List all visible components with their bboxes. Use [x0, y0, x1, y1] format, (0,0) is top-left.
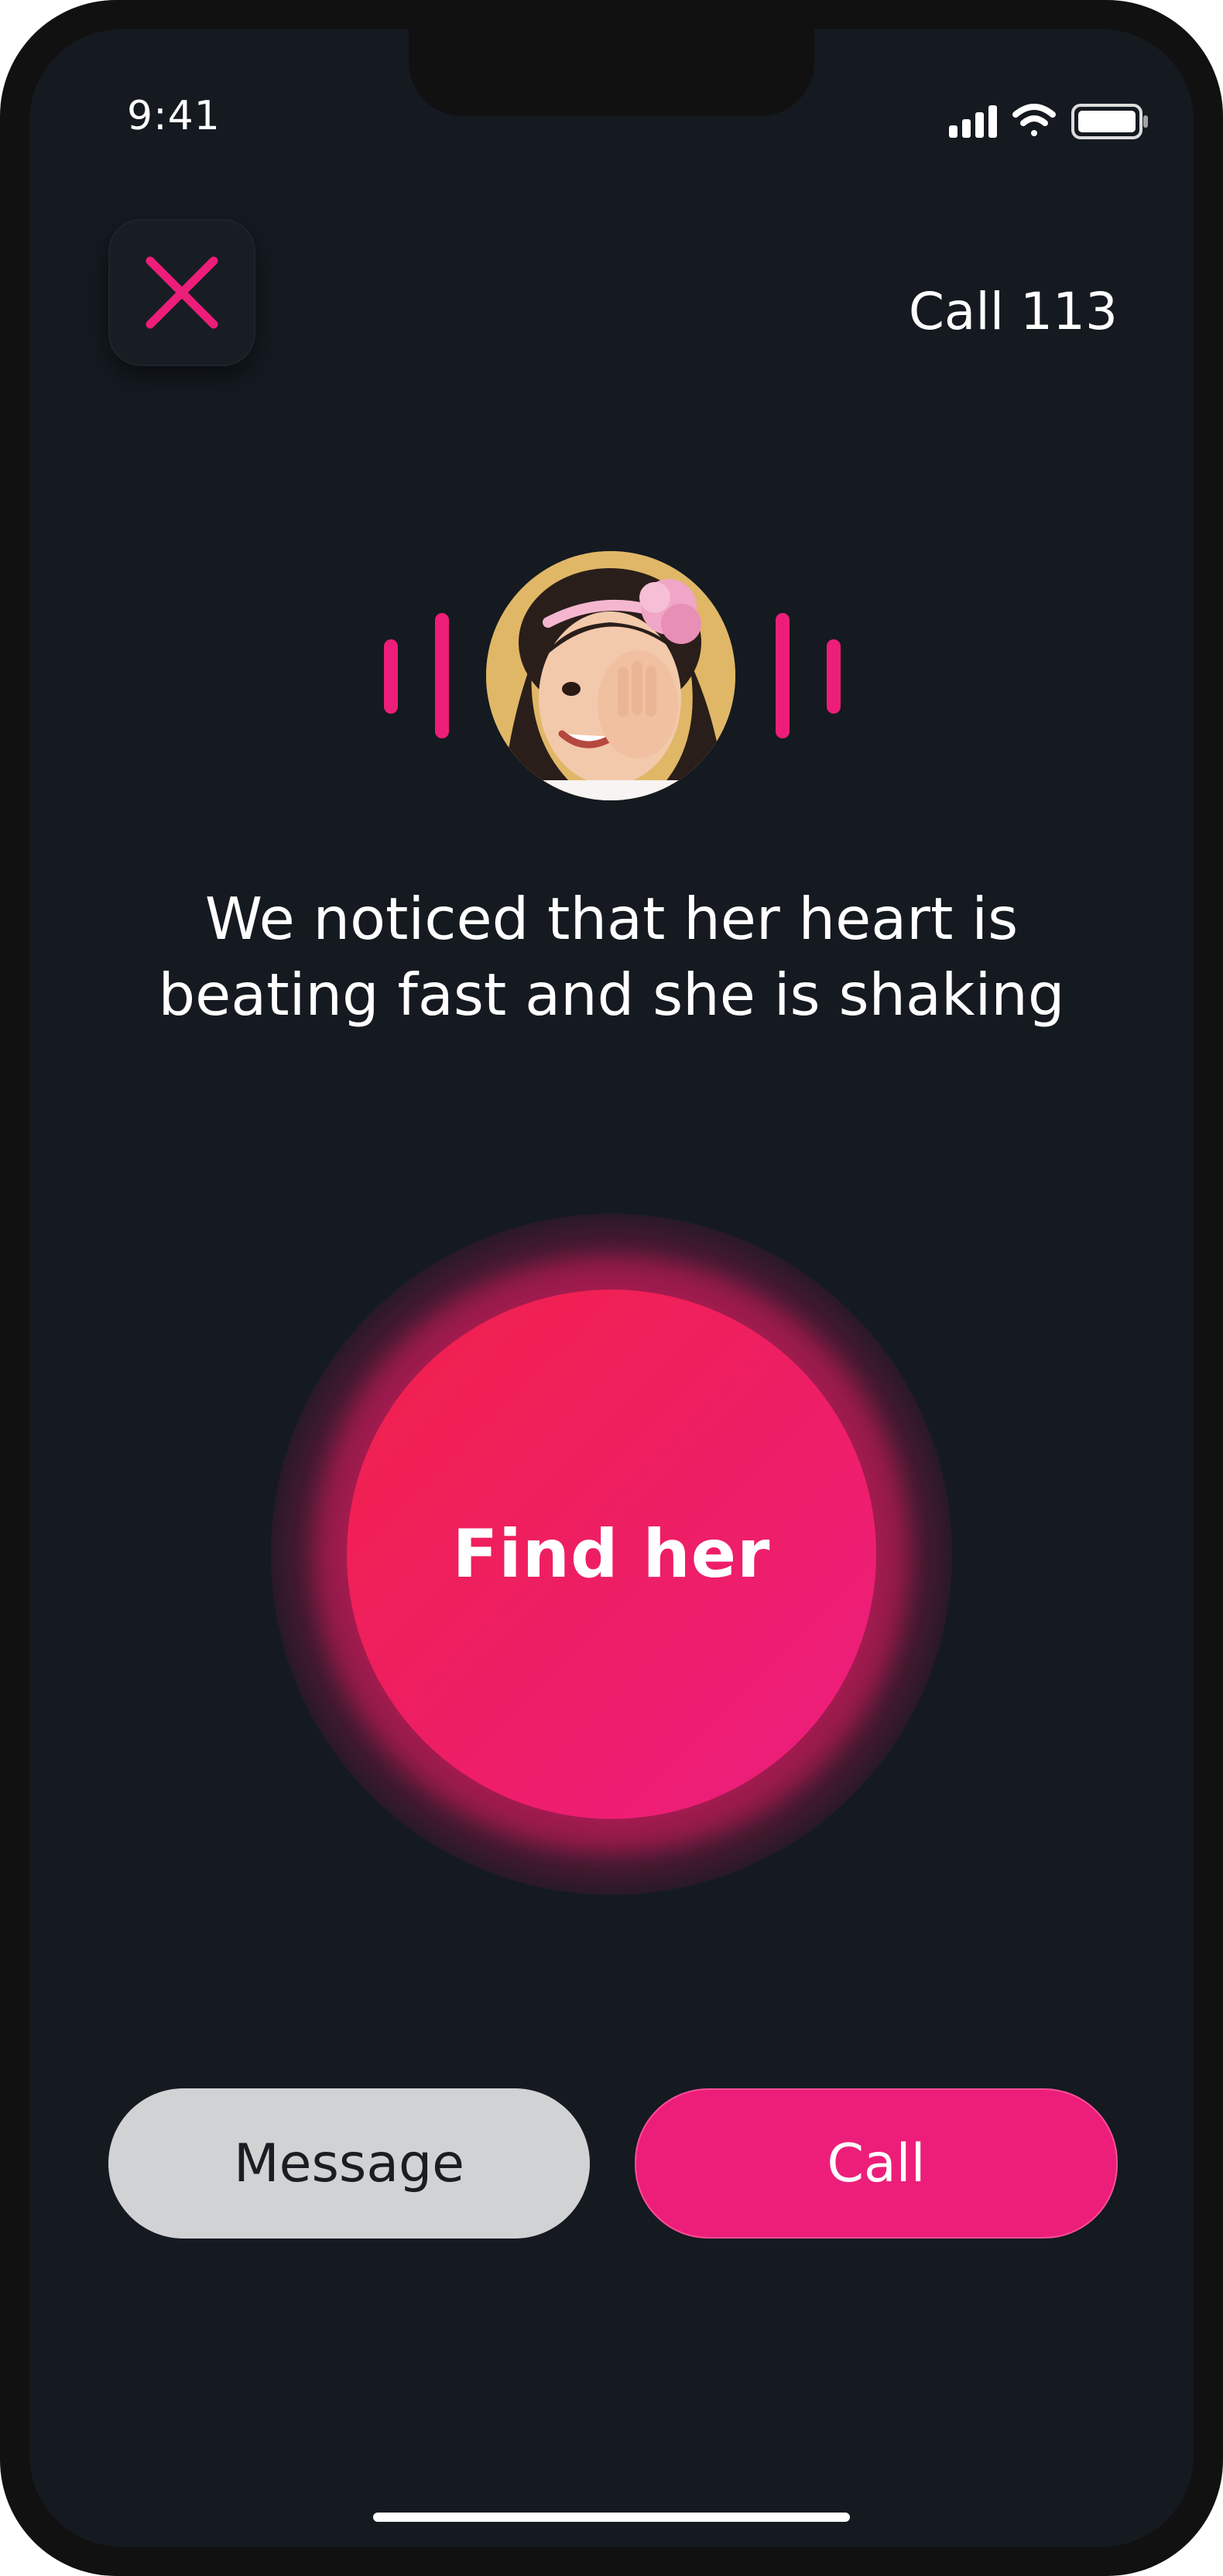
child-photo: [486, 551, 735, 800]
close-button[interactable]: [108, 219, 255, 366]
status-icons: [949, 104, 1148, 139]
wifi-icon: [1012, 104, 1056, 136]
sound-wave-bar: [827, 639, 841, 714]
find-her-label: Find her: [452, 1516, 771, 1593]
alert-message: We noticed that her heart is beating fas…: [138, 881, 1085, 1033]
alert-message-line-2: beating fast and she is shaking: [158, 961, 1065, 1029]
find-her-button[interactable]: Find her: [347, 1290, 876, 1819]
status-time: 9:41: [127, 93, 221, 139]
alert-message-line-1: We noticed that her heart is: [204, 885, 1019, 953]
phone-frame: 9:41 Call 113 We noticed that her heart …: [0, 0, 1223, 2576]
home-indicator: [373, 2513, 850, 2522]
signal-icon: [949, 105, 997, 138]
battery-icon: [1071, 104, 1148, 139]
call-113-link[interactable]: Call 113: [909, 282, 1118, 341]
sound-wave-bar: [435, 613, 449, 738]
close-icon: [146, 256, 218, 329]
device-notch: [409, 29, 814, 116]
sound-wave-bar: [776, 613, 790, 738]
app-screen: 9:41 Call 113 We noticed that her heart …: [29, 29, 1194, 2547]
call-button[interactable]: Call: [635, 2088, 1118, 2239]
message-button[interactable]: Message: [108, 2088, 590, 2239]
sound-wave-bar: [384, 639, 398, 714]
avatar: [486, 551, 735, 800]
